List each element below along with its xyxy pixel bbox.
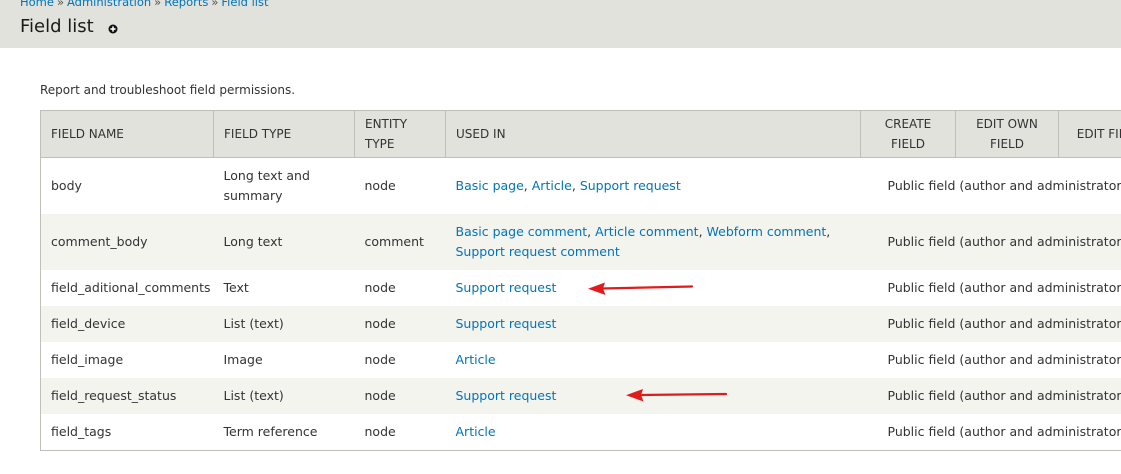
used-in-cell: Basic page comment, Article comment, Web… [445,214,861,270]
field-type-cell: Text [213,270,355,306]
page-title: Field list [20,16,94,37]
used-in-link[interactable]: Support request [456,388,557,403]
table-header-row: FIELD NAME FIELD TYPE ENTITY TYPE USED I… [40,110,1121,158]
field-name-cell: field_request_status [40,378,214,414]
table-row: field_image Image node Article Public fi… [40,342,1121,378]
breadcrumb-administration[interactable]: Administration [67,0,151,9]
red-arrow-icon [626,389,728,402]
used-in-cell: Basic page, Article, Support request [445,157,861,214]
col-header-edit-own-field[interactable]: EDIT OWN FIELD [955,110,1059,158]
table-row: comment_body Long text comment Basic pag… [40,214,1121,270]
table-row: field_tags Term reference node Article P… [40,414,1121,451]
breadcrumb-separator: » [56,0,65,9]
table-row: field_device List (text) node Support re… [40,306,1121,342]
field-type-cell: Term reference [213,414,355,451]
field-type-cell: Long text [213,214,355,270]
col-header-entity-type[interactable]: ENTITY TYPE [354,110,446,158]
page-description: Report and troubleshoot field permission… [40,83,296,97]
used-in-link[interactable]: Support request [456,280,557,295]
permission-cell: Public field (author and administrators … [860,414,1121,451]
used-in-cell: Article [445,414,861,451]
entity-type-cell: node [354,157,446,214]
breadcrumb-field-list[interactable]: Field list [221,0,268,9]
add-shortcut-icon[interactable] [108,24,118,34]
used-in-link[interactable]: Basic page [456,178,524,193]
permission-cell: Public field (author and administrators … [860,342,1121,378]
field-type-cell: List (text) [213,306,355,342]
breadcrumb-separator: » [211,0,219,9]
breadcrumb-home[interactable]: Home [20,0,54,9]
permission-cell: Public field (author and administrators … [860,270,1121,306]
entity-type-cell: node [354,342,446,378]
col-header-field-type[interactable]: FIELD TYPE [213,110,355,158]
permission-cell: Public field (author and administrators … [860,378,1121,414]
col-header-create-field[interactable]: CREATE FIELD [860,110,956,158]
field-type-cell: Image [213,342,355,378]
used-in-link[interactable]: Basic page comment [456,224,588,239]
field-name-cell: field_tags [40,414,214,451]
field-name-cell: field_aditional_comments [40,270,214,306]
table-row: field_aditional_comments Text node Suppo… [40,270,1121,306]
entity-type-cell: node [354,306,446,342]
field-name-cell: field_device [40,306,214,342]
table-row: field_request_status List (text) node Su… [40,378,1121,414]
permission-cell: Public field (author and administrators … [860,214,1121,270]
table-row: body Long text and summary node Basic pa… [40,157,1121,214]
used-in-link[interactable]: Support request comment [456,244,620,259]
field-name-cell: body [40,157,214,214]
used-in-link[interactable]: Article [456,424,496,439]
breadcrumb: Home» Administration» Reports» Field list [20,0,268,9]
entity-type-cell: node [354,378,446,414]
field-name-cell: comment_body [40,214,214,270]
red-arrow-icon [588,282,694,295]
used-in-link[interactable]: Article [456,352,496,367]
field-type-cell: List (text) [213,378,355,414]
entity-type-cell: comment [354,214,446,270]
used-in-link[interactable]: Article comment [595,224,698,239]
used-in-link[interactable]: Article [532,178,572,193]
entity-type-cell: node [354,270,446,306]
used-in-link[interactable]: Support request [580,178,681,193]
entity-type-cell: node [354,414,446,451]
used-in-link[interactable]: Webform comment [707,224,827,239]
field-name-cell: field_image [40,342,214,378]
breadcrumb-reports[interactable]: Reports [164,0,208,9]
field-list-table-container: FIELD NAME FIELD TYPE ENTITY TYPE USED I… [40,110,1121,452]
col-header-field-name[interactable]: FIELD NAME [40,110,214,158]
permission-cell: Public field (author and administrators … [860,306,1121,342]
field-list-table: FIELD NAME FIELD TYPE ENTITY TYPE USED I… [40,110,1121,451]
col-header-used-in[interactable]: USED IN [445,110,861,158]
permission-cell: Public field (author and administrators … [860,157,1121,214]
breadcrumb-separator: » [154,0,162,9]
used-in-cell: Article [445,342,861,378]
used-in-cell: Support request [445,306,861,342]
used-in-link[interactable]: Support request [456,316,557,331]
col-header-edit-field[interactable]: EDIT FIELD [1058,110,1121,158]
field-type-cell: Long text and summary [213,157,355,214]
page-header: Home» Administration» Reports» Field list F… [0,0,1121,48]
